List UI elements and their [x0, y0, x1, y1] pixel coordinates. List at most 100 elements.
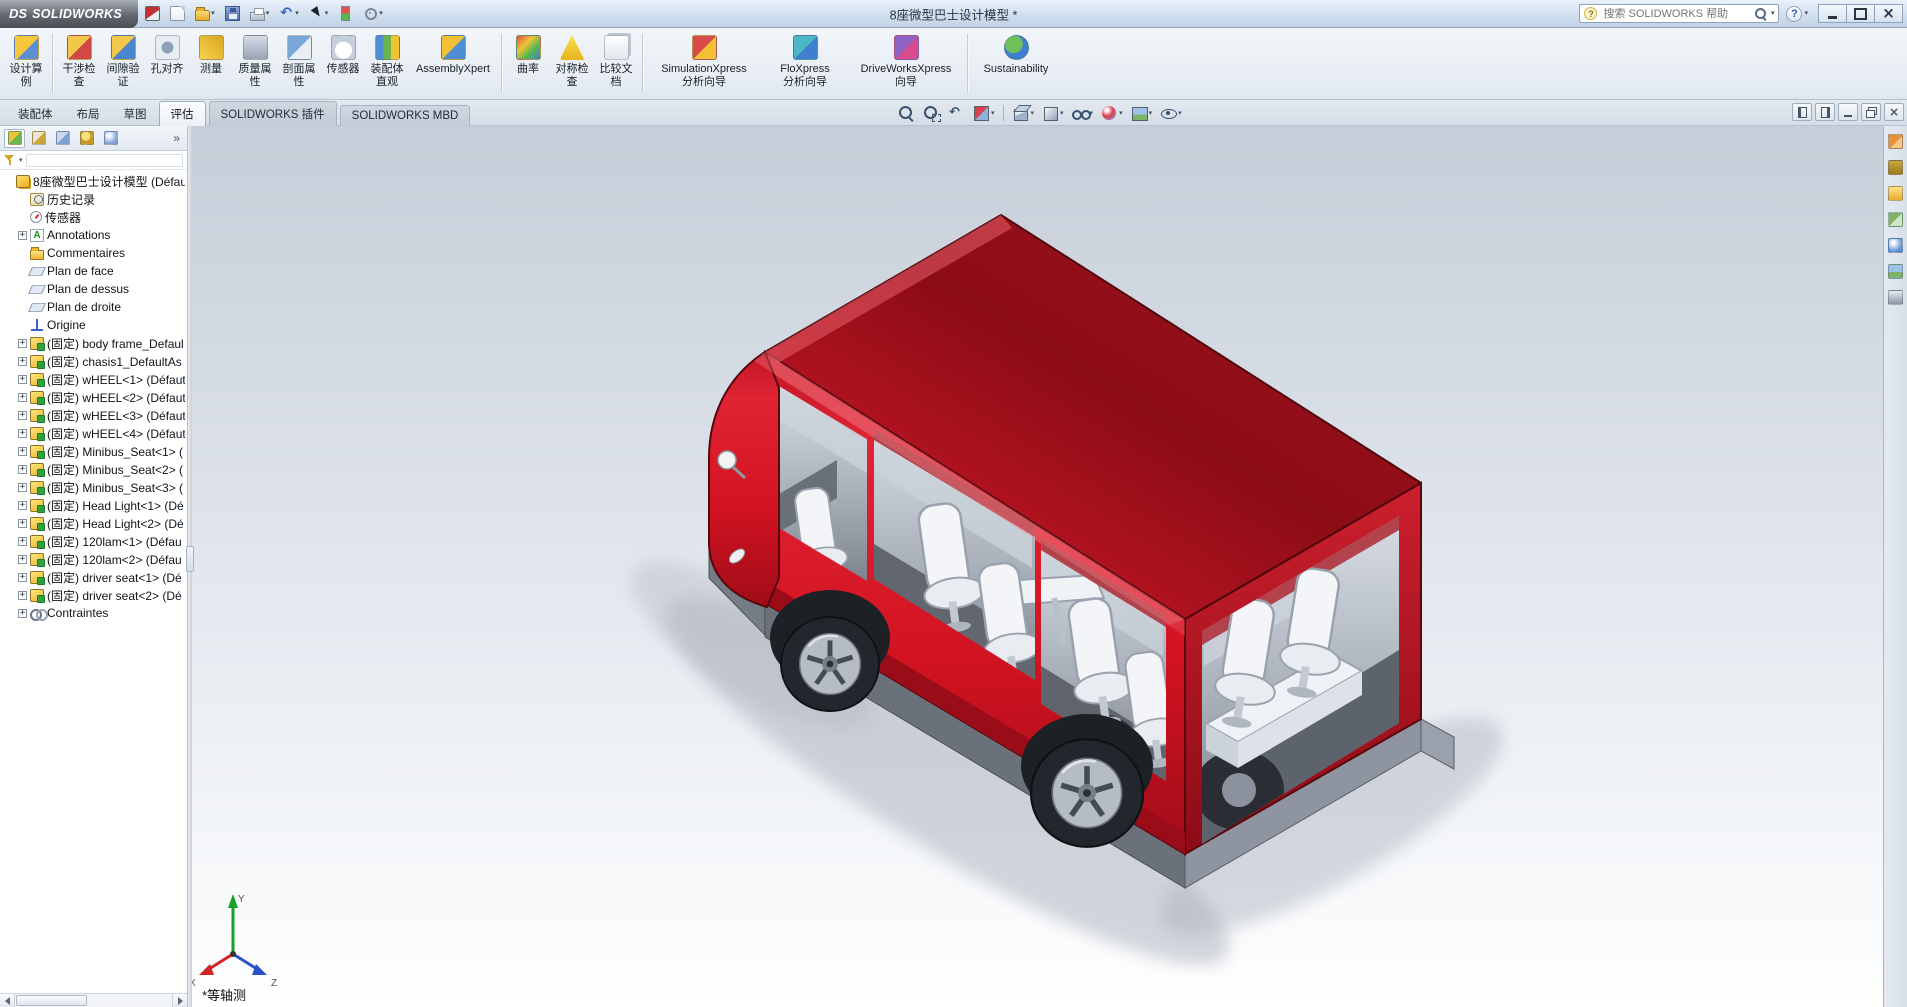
splitter-grip[interactable]: [186, 546, 194, 572]
qat-print-button[interactable]: ▾: [246, 4, 274, 24]
tree-item-8[interactable]: Origine: [0, 316, 187, 334]
expander[interactable]: +: [18, 428, 27, 438]
tree-item-22[interactable]: + (固定) driver seat<1> (Dé: [0, 568, 187, 586]
docwin-pane-right-button[interactable]: [1815, 103, 1835, 121]
taskpane-custom-properties-button[interactable]: [1886, 288, 1905, 307]
taskpane-scenes-button[interactable]: [1886, 262, 1905, 281]
ribbon-curvature-button[interactable]: 曲率: [506, 30, 550, 97]
tree-item-13[interactable]: + (固定) wHEEL<3> (Défaut: [0, 406, 187, 424]
help-button[interactable]: ▾: [1786, 5, 1808, 22]
expander[interactable]: +: [18, 374, 27, 384]
expander[interactable]: +: [18, 410, 27, 420]
headsup-hide-show-items-button[interactable]: ▾: [1068, 102, 1097, 124]
expander[interactable]: +: [18, 446, 27, 456]
headsup-edit-appearance-button[interactable]: ▾: [1097, 102, 1126, 124]
minimize-button[interactable]: [1818, 4, 1847, 23]
taskpane-view-palette-button[interactable]: [1886, 210, 1905, 229]
command-tab-evaluate[interactable]: 评估: [158, 101, 206, 126]
ribbon-assembly-visualization-button[interactable]: 装配体 直观: [365, 30, 409, 97]
tree-item-3[interactable]: +Annotations: [0, 226, 187, 244]
qat-new-button[interactable]: [166, 3, 189, 24]
ribbon-clearance-verify-button[interactable]: 间隙验证: [101, 30, 145, 97]
expander[interactable]: +: [18, 518, 27, 528]
maximize-button[interactable]: [1846, 4, 1875, 23]
dimxpertmanager-tab[interactable]: [76, 129, 97, 148]
headsup-section-view-button[interactable]: ▾: [969, 102, 998, 124]
ribbon-interference-check-button[interactable]: 干涉检查: [57, 30, 101, 97]
expander[interactable]: +: [18, 554, 27, 564]
expander[interactable]: +: [18, 356, 27, 366]
taskpane-file-explorer-button[interactable]: [1886, 184, 1905, 203]
headsup-apply-scene-button[interactable]: ▾: [1127, 102, 1156, 124]
tree-item-20[interactable]: + (固定) 120lam<1> (Défau: [0, 532, 187, 550]
headsup-display-style-button[interactable]: ▾: [1038, 102, 1067, 124]
panel-splitter[interactable]: [186, 126, 194, 1007]
command-tab-assembly[interactable]: 装配体: [6, 101, 65, 126]
expander[interactable]: +: [18, 608, 27, 618]
tree-item-6[interactable]: Plan de dessus: [0, 280, 187, 298]
tree-item-23[interactable]: + (固定) driver seat<2> (Dé: [0, 586, 187, 604]
qat-select-button[interactable]: ▾: [305, 3, 333, 24]
graphics-viewport[interactable]: X Y Z *等轴测: [192, 126, 1883, 1007]
tree-item-12[interactable]: + (固定) wHEEL<2> (Défaut: [0, 388, 187, 406]
tree-item-16[interactable]: + (固定) Minibus_Seat<2> (: [0, 460, 187, 478]
filter-dropdown-icon[interactable]: ▾: [19, 156, 23, 164]
docwin-close-button[interactable]: [1884, 103, 1904, 121]
ribbon-simulationxpress-button[interactable]: SimulationXpress 分析向导: [647, 30, 761, 97]
expander[interactable]: +: [18, 392, 27, 402]
ribbon-sustainability-button[interactable]: Sustainability: [972, 30, 1060, 97]
tree-item-2[interactable]: 传感器: [0, 208, 187, 226]
command-tab-layout[interactable]: 布局: [65, 101, 112, 126]
ribbon-section-properties-button[interactable]: 剖面属性: [277, 30, 321, 97]
command-tab-sketch[interactable]: 草图: [112, 101, 159, 126]
search-icon[interactable]: [1754, 7, 1767, 20]
docwin-pane-left-button[interactable]: [1792, 103, 1812, 121]
tree-item-1[interactable]: 历史记录: [0, 190, 187, 208]
tree-item-21[interactable]: + (固定) 120lam<2> (Défau: [0, 550, 187, 568]
qat-open-button[interactable]: ▾: [191, 3, 219, 24]
configurationmanager-tab[interactable]: [52, 129, 73, 148]
tree-item-14[interactable]: + (固定) wHEEL<4> (Défaut: [0, 424, 187, 442]
hscroll-track[interactable]: [15, 994, 172, 1007]
taskpane-resources-button[interactable]: [1886, 132, 1905, 151]
ribbon-symmetry-check-button[interactable]: 对称检查: [550, 30, 594, 97]
hscroll-thumb[interactable]: [16, 995, 87, 1006]
ribbon-assembly-xpert-button[interactable]: AssemblyXpert: [409, 30, 497, 97]
docwin-minimize-button[interactable]: [1838, 103, 1858, 121]
tree-item-19[interactable]: + (固定) Head Light<2> (Dé: [0, 514, 187, 532]
expander[interactable]: +: [18, 590, 27, 600]
tree-item-17[interactable]: + (固定) Minibus_Seat<3> (: [0, 478, 187, 496]
expander[interactable]: +: [18, 338, 27, 348]
search-input[interactable]: [1601, 6, 1750, 21]
ribbon-design-study-button[interactable]: 设计算例: [4, 30, 48, 97]
expander[interactable]: +: [18, 500, 27, 510]
tree-filter-field[interactable]: [25, 153, 183, 167]
filter-funnel-icon[interactable]: [4, 154, 16, 166]
search-dropdown-icon[interactable]: ▾: [1771, 10, 1775, 18]
tree-item-24[interactable]: + Contraintes: [0, 604, 187, 622]
headsup-previous-view-button[interactable]: [944, 102, 968, 124]
ribbon-compare-documents-button[interactable]: 比较文档: [594, 30, 638, 97]
tree-item-0[interactable]: 8座微型巴士设计模型 (Défaut: [0, 172, 187, 190]
tree-item-9[interactable]: + (固定) body frame_Defaul: [0, 334, 187, 352]
expander[interactable]: +: [18, 230, 27, 240]
panel-tabs-overflow-button[interactable]: »: [173, 131, 183, 145]
headsup-zoom-area-button[interactable]: [919, 102, 943, 124]
displaymanager-tab[interactable]: [100, 129, 121, 148]
taskpane-appearances-button[interactable]: [1886, 236, 1905, 255]
tree-item-4[interactable]: Commentaires: [0, 244, 187, 262]
headsup-view-orientation-button[interactable]: ▾: [1009, 102, 1038, 124]
ribbon-driveworksxpress-button[interactable]: DriveWorksXpress 向导: [849, 30, 963, 97]
headsup-zoom-fit-button[interactable]: [894, 102, 918, 124]
ribbon-floxpress-button[interactable]: FloXpress 分析向导: [761, 30, 849, 97]
tree-item-5[interactable]: Plan de face: [0, 262, 187, 280]
headsup-view-settings-button[interactable]: ▾: [1156, 102, 1185, 124]
tree-item-11[interactable]: + (固定) wHEEL<1> (Défaut: [0, 370, 187, 388]
tree-item-10[interactable]: + (固定) chasis1_DefaultAs V: [0, 352, 187, 370]
ribbon-mass-properties-button[interactable]: 质量属性: [233, 30, 277, 97]
ribbon-sensor-button[interactable]: 传感器: [321, 30, 365, 97]
ribbon-measure-button[interactable]: 测量: [189, 30, 233, 97]
tree-item-18[interactable]: + (固定) Head Light<1> (Dé: [0, 496, 187, 514]
expander[interactable]: +: [18, 572, 27, 582]
tree-item-7[interactable]: Plan de droite: [0, 298, 187, 316]
